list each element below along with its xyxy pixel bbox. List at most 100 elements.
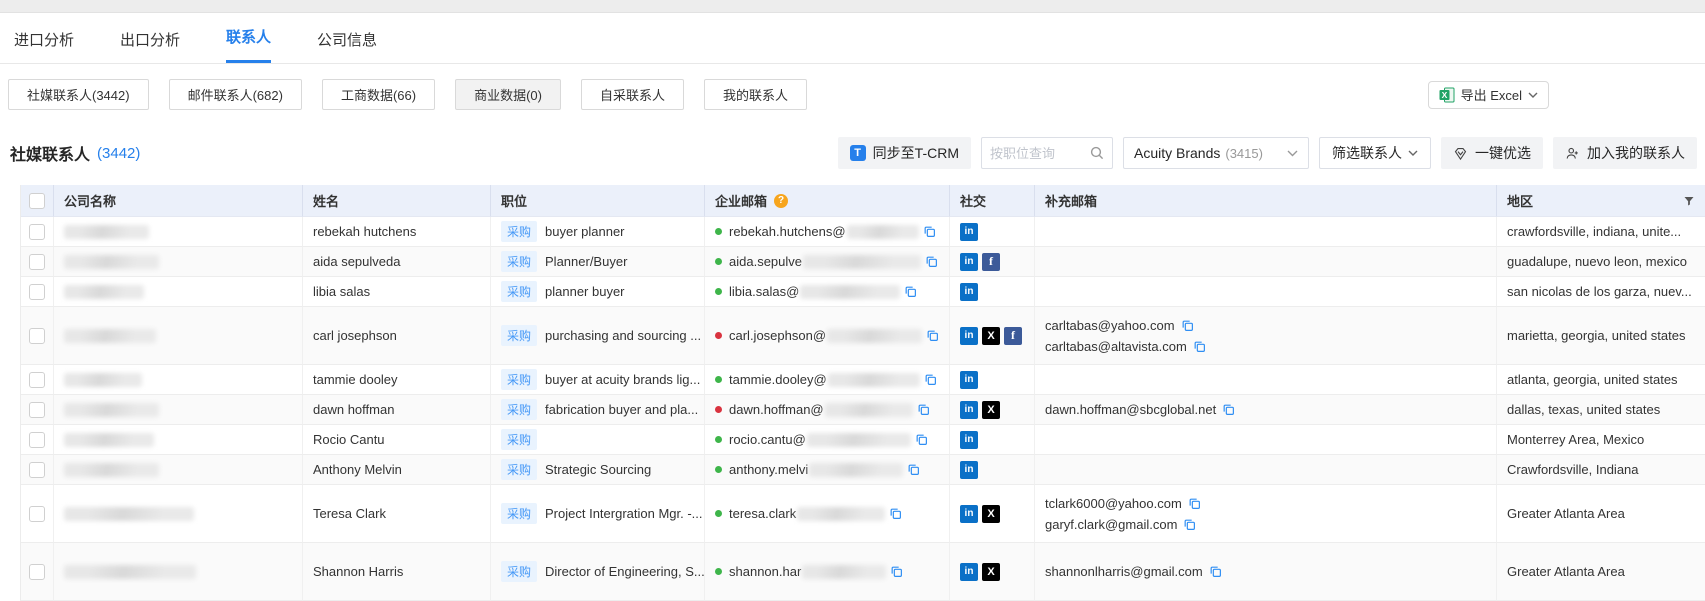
- filter-business-registration-data[interactable]: 工商数据(66): [322, 79, 435, 110]
- filter-funnel-icon[interactable]: [1683, 195, 1695, 207]
- cell-select: [21, 543, 54, 601]
- company-select[interactable]: Acuity Brands (3415): [1123, 137, 1309, 169]
- linkedin-icon[interactable]: in: [960, 371, 978, 389]
- position-search-input[interactable]: [990, 146, 1084, 161]
- email-status-dot: [715, 510, 722, 517]
- linkedin-icon[interactable]: in: [960, 283, 978, 301]
- position-text: buyer planner: [545, 224, 625, 239]
- linkedin-icon[interactable]: in: [960, 505, 978, 523]
- filter-self-collected-contacts[interactable]: 自采联系人: [581, 79, 684, 110]
- filter-contacts-button[interactable]: 筛选联系人: [1319, 137, 1431, 169]
- one-click-optimize-label: 一键优选: [1475, 143, 1531, 163]
- procurement-tag: 采购: [501, 561, 537, 582]
- section-count: (3442): [97, 145, 140, 162]
- cell-name: Shannon Harris: [303, 543, 491, 601]
- copy-icon[interactable]: [1181, 319, 1194, 332]
- copy-icon[interactable]: [1183, 518, 1196, 531]
- linkedin-icon[interactable]: in: [960, 401, 978, 419]
- row-checkbox[interactable]: [29, 254, 45, 270]
- table-row: rebekah hutchens采购buyer plannerrebekah.h…: [21, 217, 1705, 247]
- copy-icon[interactable]: [1222, 403, 1235, 416]
- filter-commercial-data[interactable]: 商业数据(0): [455, 79, 561, 110]
- tab-export-analysis[interactable]: 出口分析: [120, 13, 180, 63]
- row-checkbox[interactable]: [29, 432, 45, 448]
- column-label: 姓名: [313, 191, 339, 210]
- cell-region: Greater Atlanta Area: [1497, 543, 1705, 601]
- header-select-cell: [21, 185, 54, 217]
- export-excel-button[interactable]: X 导出 Excel: [1428, 81, 1549, 109]
- cell-position: 采购: [491, 425, 705, 455]
- copy-icon[interactable]: [926, 329, 939, 342]
- cell-select: [21, 217, 54, 247]
- x-icon[interactable]: X: [982, 563, 1000, 581]
- cell-company: [54, 307, 303, 365]
- add-to-my-contacts-button[interactable]: 加入我的联系人: [1553, 137, 1697, 169]
- row-checkbox[interactable]: [29, 372, 45, 388]
- row-checkbox[interactable]: [29, 284, 45, 300]
- linkedin-icon[interactable]: in: [960, 431, 978, 449]
- linkedin-icon[interactable]: in: [960, 223, 978, 241]
- copy-icon[interactable]: [1209, 565, 1222, 578]
- linkedin-icon[interactable]: in: [960, 563, 978, 581]
- x-icon[interactable]: X: [982, 401, 1000, 419]
- cell-select: [21, 307, 54, 365]
- cell-social: inX: [950, 543, 1035, 601]
- copy-icon[interactable]: [1193, 340, 1206, 353]
- svg-text:X: X: [1441, 90, 1447, 100]
- row-checkbox[interactable]: [29, 462, 45, 478]
- row-checkbox[interactable]: [29, 564, 45, 580]
- x-icon[interactable]: X: [982, 327, 1000, 345]
- email-redacted: [809, 463, 903, 477]
- copy-icon[interactable]: [915, 433, 928, 446]
- filter-my-contacts[interactable]: 我的联系人: [704, 79, 807, 110]
- one-click-optimize-button[interactable]: 一键优选: [1441, 137, 1543, 169]
- cell-extra-emails: [1035, 365, 1497, 395]
- linkedin-icon[interactable]: in: [960, 253, 978, 271]
- tab-import-analysis[interactable]: 进口分析: [14, 13, 74, 63]
- company-name-redacted: [64, 285, 144, 299]
- sync-to-tcrm-button[interactable]: T 同步至T-CRM: [838, 137, 971, 169]
- filter-social-media-contacts[interactable]: 社媒联系人(3442): [8, 79, 149, 110]
- procurement-tag: 采购: [501, 325, 537, 346]
- row-checkbox[interactable]: [29, 224, 45, 240]
- select-all-checkbox[interactable]: [29, 193, 45, 209]
- copy-icon[interactable]: [923, 225, 936, 238]
- contacts-table: 公司名称 姓名 职位 企业邮箱 ? 社交 补充邮箱 地区 rebekah hut…: [20, 185, 1705, 601]
- copy-icon[interactable]: [907, 463, 920, 476]
- search-icon[interactable]: [1090, 146, 1104, 160]
- help-icon[interactable]: ?: [774, 194, 788, 208]
- tab-contacts[interactable]: 联系人: [226, 13, 271, 63]
- cell-social: in: [950, 217, 1035, 247]
- linkedin-icon[interactable]: in: [960, 461, 978, 479]
- copy-icon[interactable]: [889, 507, 902, 520]
- copy-icon[interactable]: [890, 565, 903, 578]
- table-header: 公司名称 姓名 职位 企业邮箱 ? 社交 补充邮箱 地区: [21, 185, 1705, 217]
- facebook-icon[interactable]: f: [982, 253, 1000, 271]
- cell-company: [54, 395, 303, 425]
- extra-email: shannonlharris@gmail.com: [1045, 563, 1222, 580]
- copy-icon[interactable]: [925, 255, 938, 268]
- cell-company-email: teresa.clark: [705, 485, 950, 543]
- facebook-icon[interactable]: f: [1004, 327, 1022, 345]
- cell-company: [54, 543, 303, 601]
- column-label: 职位: [501, 191, 527, 210]
- copy-icon[interactable]: [1188, 497, 1201, 510]
- copy-icon[interactable]: [917, 403, 930, 416]
- tab-company-info[interactable]: 公司信息: [317, 13, 377, 63]
- linkedin-icon[interactable]: in: [960, 327, 978, 345]
- column-company-name: 公司名称: [54, 185, 303, 217]
- filter-email-contacts[interactable]: 邮件联系人(682): [169, 79, 302, 110]
- cell-region: Monterrey Area, Mexico: [1497, 425, 1705, 455]
- table-row: dawn hoffman采购fabrication buyer and pla.…: [21, 395, 1705, 425]
- row-checkbox[interactable]: [29, 506, 45, 522]
- copy-icon[interactable]: [924, 373, 937, 386]
- row-checkbox[interactable]: [29, 328, 45, 344]
- table-row: Teresa Clark采购Project Intergration Mgr. …: [21, 485, 1705, 543]
- copy-icon[interactable]: [904, 285, 917, 298]
- x-icon[interactable]: X: [982, 505, 1000, 523]
- procurement-tag: 采购: [501, 503, 537, 524]
- cell-select: [21, 247, 54, 277]
- extra-email-text: tclark6000@yahoo.com: [1045, 495, 1182, 512]
- row-checkbox[interactable]: [29, 402, 45, 418]
- excel-icon: X: [1439, 87, 1455, 103]
